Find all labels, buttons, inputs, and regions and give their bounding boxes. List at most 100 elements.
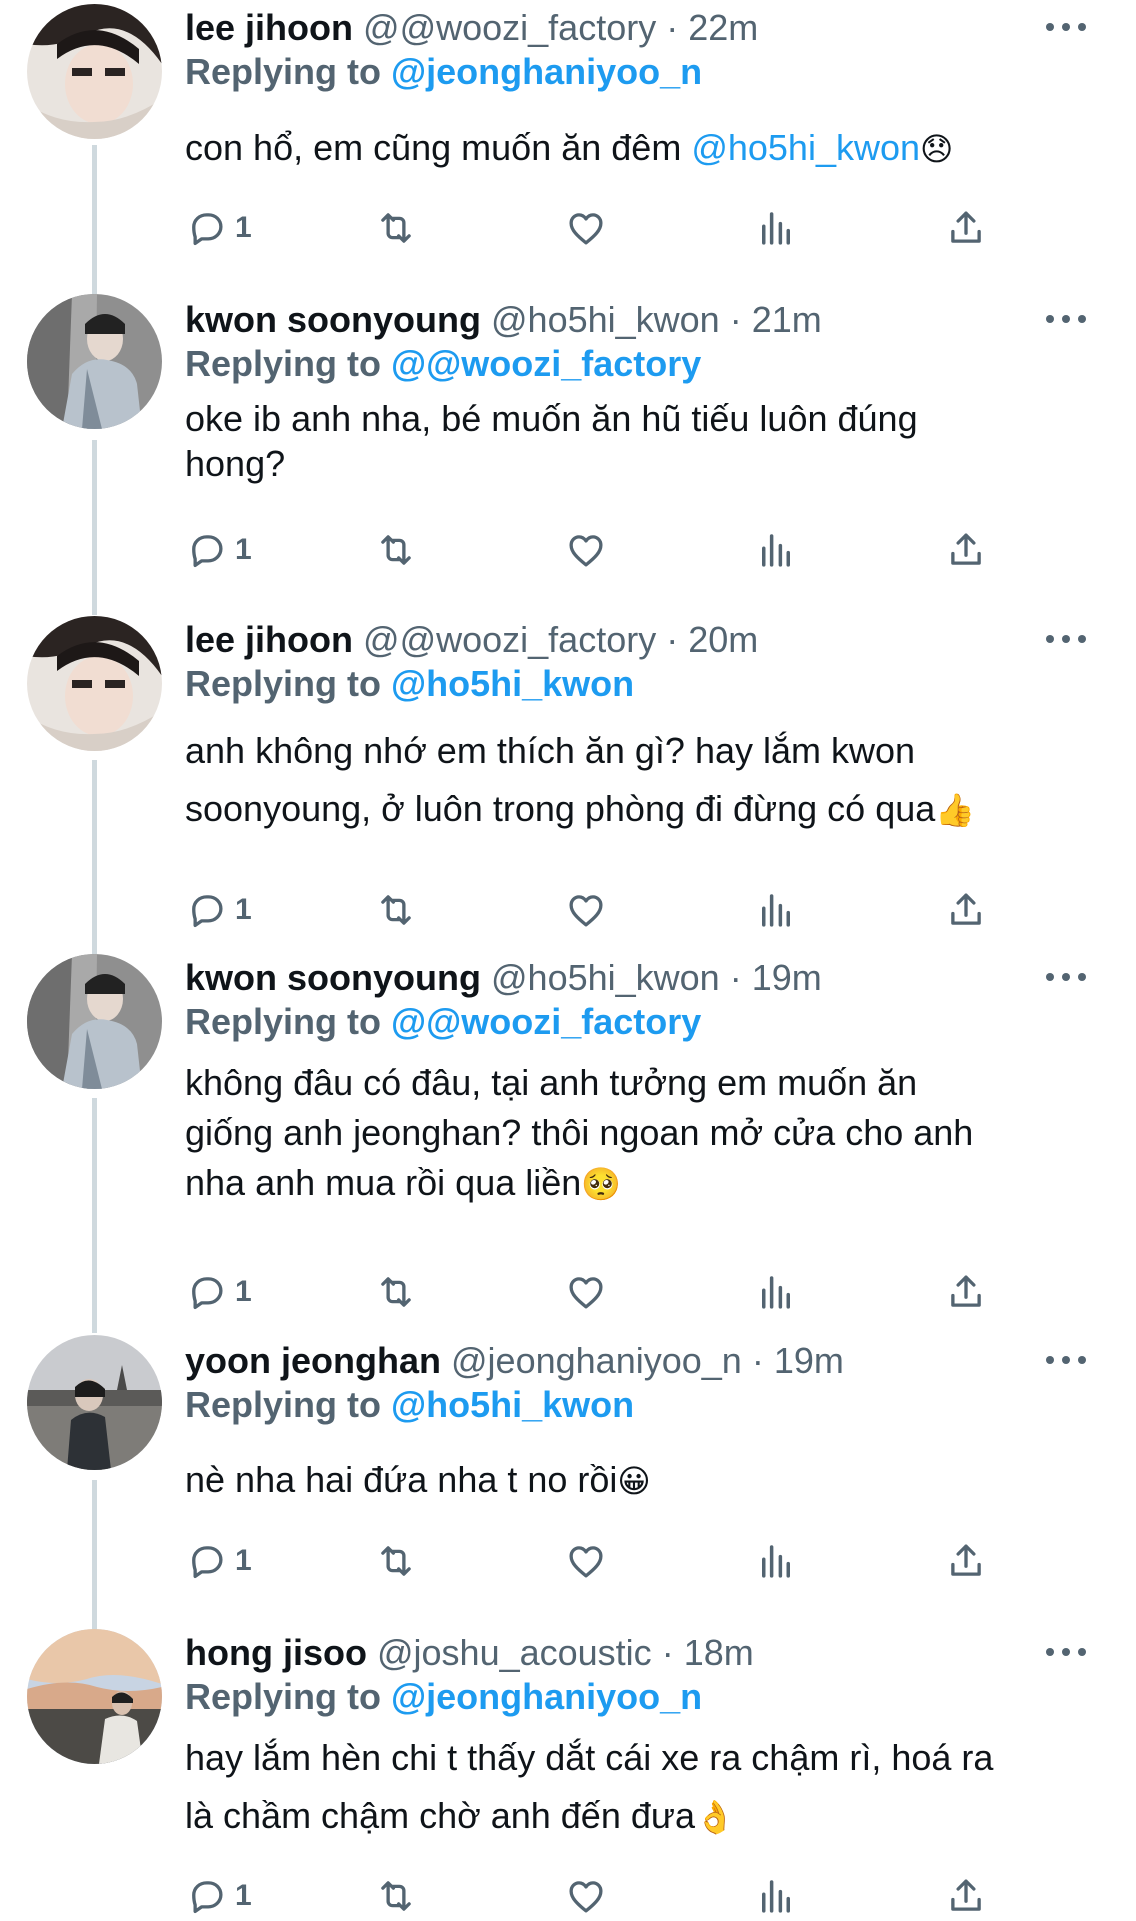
user-handle[interactable]: @@woozi_factory bbox=[363, 7, 656, 48]
share-button[interactable] bbox=[945, 1536, 987, 1586]
user-handle[interactable]: @ho5hi_kwon bbox=[491, 299, 720, 340]
user-handle[interactable]: @joshu_acoustic bbox=[377, 1632, 652, 1673]
retweet-button[interactable] bbox=[375, 1536, 417, 1586]
tweet[interactable]: yoon jeonghan @jeonghaniyoo_n · 19m Repl… bbox=[0, 1333, 1136, 1623]
separator: · bbox=[729, 957, 742, 998]
reply-button[interactable]: 1 bbox=[185, 1267, 252, 1317]
share-button[interactable] bbox=[945, 1871, 987, 1921]
analytics-button[interactable] bbox=[755, 525, 797, 575]
timestamp[interactable]: 18m bbox=[684, 1632, 754, 1673]
analytics-button[interactable] bbox=[755, 203, 797, 253]
tweet[interactable]: lee jihoon @@woozi_factory · 20m Replyin… bbox=[0, 612, 1136, 952]
retweet-icon bbox=[381, 1277, 411, 1307]
tweet[interactable]: lee jihoon @@woozi_factory · 22m Replyin… bbox=[0, 0, 1136, 290]
reply-mention[interactable]: @ho5hi_kwon bbox=[391, 1384, 634, 1425]
reply-button[interactable]: 1 bbox=[185, 1536, 252, 1586]
like-button[interactable] bbox=[565, 203, 607, 253]
avatar[interactable] bbox=[27, 4, 162, 139]
tweet-text-content: nè nha hai đứa nha t no rồi bbox=[185, 1459, 618, 1500]
avatar[interactable] bbox=[27, 616, 162, 751]
user-handle[interactable]: @ho5hi_kwon bbox=[491, 957, 720, 998]
emoji: 👌 bbox=[695, 1798, 735, 1836]
timestamp[interactable]: 21m bbox=[752, 299, 822, 340]
display-name[interactable]: kwon soonyoung bbox=[185, 957, 481, 998]
analytics-button[interactable] bbox=[755, 1536, 797, 1586]
like-button[interactable] bbox=[565, 1267, 607, 1317]
analytics-icon bbox=[762, 1880, 790, 1913]
reply-button[interactable]: 1 bbox=[185, 525, 252, 575]
replying-to-label: Replying to bbox=[185, 1001, 381, 1042]
retweet-button[interactable] bbox=[375, 1871, 417, 1921]
timestamp[interactable]: 19m bbox=[752, 957, 822, 998]
reply-mention[interactable]: @@woozi_factory bbox=[391, 343, 701, 384]
retweet-button[interactable] bbox=[375, 203, 417, 253]
replying-to: Replying to @ho5hi_kwon bbox=[185, 658, 634, 710]
tweet-text-line: hong? bbox=[185, 443, 286, 484]
tweet-actions: 1 bbox=[185, 885, 1005, 935]
like-button[interactable] bbox=[565, 1871, 607, 1921]
reply-mention[interactable]: @jeonghaniyoo_n bbox=[391, 51, 702, 92]
more-icon[interactable] bbox=[1046, 1637, 1086, 1667]
analytics-button[interactable] bbox=[755, 1871, 797, 1921]
more-icon[interactable] bbox=[1046, 1345, 1086, 1375]
reply-button[interactable]: 1 bbox=[185, 885, 252, 935]
more-icon[interactable] bbox=[1046, 624, 1086, 654]
share-button[interactable] bbox=[945, 885, 987, 935]
tweet-text-line: nha anh mua rồi qua liền bbox=[185, 1162, 582, 1203]
retweet-button[interactable] bbox=[375, 525, 417, 575]
display-name[interactable]: kwon soonyoung bbox=[185, 299, 481, 340]
tweet[interactable]: kwon soonyoung @ho5hi_kwon · 21m Replyin… bbox=[0, 292, 1136, 612]
avatar[interactable] bbox=[27, 1629, 162, 1764]
analytics-button[interactable] bbox=[755, 885, 797, 935]
user-handle[interactable]: @@woozi_factory bbox=[363, 619, 656, 660]
analytics-icon bbox=[762, 534, 790, 567]
tweet-text-line: soonyoung, ở luôn trong phòng đi đừng có… bbox=[185, 788, 936, 829]
replying-to-label: Replying to bbox=[185, 1384, 381, 1425]
share-button[interactable] bbox=[945, 525, 987, 575]
share-icon bbox=[951, 893, 981, 925]
retweet-icon bbox=[381, 535, 411, 565]
reply-mention[interactable]: @ho5hi_kwon bbox=[391, 663, 634, 704]
avatar[interactable] bbox=[27, 294, 162, 429]
reply-mention[interactable]: @@woozi_factory bbox=[391, 1001, 701, 1042]
timestamp[interactable]: 20m bbox=[688, 619, 758, 660]
avatar[interactable] bbox=[27, 1335, 162, 1470]
avatar[interactable] bbox=[27, 954, 162, 1089]
like-icon bbox=[569, 1546, 603, 1578]
display-name[interactable]: hong jisoo bbox=[185, 1632, 367, 1673]
reply-button[interactable]: 1 bbox=[185, 203, 252, 253]
tweet[interactable]: kwon soonyoung @ho5hi_kwon · 19m Replyin… bbox=[0, 950, 1136, 1330]
share-button[interactable] bbox=[945, 203, 987, 253]
retweet-button[interactable] bbox=[375, 1267, 417, 1317]
share-icon bbox=[951, 533, 981, 565]
share-button[interactable] bbox=[945, 1267, 987, 1317]
replying-to: Replying to @jeonghaniyoo_n bbox=[185, 1671, 702, 1723]
display-name[interactable]: lee jihoon bbox=[185, 7, 353, 48]
like-icon bbox=[569, 535, 603, 567]
share-icon bbox=[951, 211, 981, 243]
analytics-button[interactable] bbox=[755, 1267, 797, 1317]
display-name[interactable]: lee jihoon bbox=[185, 619, 353, 660]
retweet-button[interactable] bbox=[375, 885, 417, 935]
separator: · bbox=[661, 1632, 674, 1673]
reply-icon bbox=[192, 895, 223, 928]
text-mention[interactable]: @ho5hi_kwon bbox=[691, 127, 920, 168]
timestamp[interactable]: 19m bbox=[774, 1340, 844, 1381]
display-name[interactable]: yoon jeonghan bbox=[185, 1340, 441, 1381]
more-icon[interactable] bbox=[1046, 962, 1086, 992]
timestamp[interactable]: 22m bbox=[688, 7, 758, 48]
tweet-text: không đâu có đâu, tại anh tưởng em muốn … bbox=[185, 1058, 1085, 1209]
reply-button[interactable]: 1 bbox=[185, 1871, 252, 1921]
separator: · bbox=[666, 7, 679, 48]
reply-count: 1 bbox=[235, 893, 252, 926]
like-icon bbox=[569, 895, 603, 927]
reply-count: 1 bbox=[235, 211, 252, 244]
user-handle[interactable]: @jeonghaniyoo_n bbox=[451, 1340, 742, 1381]
more-icon[interactable] bbox=[1046, 12, 1086, 42]
like-button[interactable] bbox=[565, 525, 607, 575]
reply-mention[interactable]: @jeonghaniyoo_n bbox=[391, 1676, 702, 1717]
more-icon[interactable] bbox=[1046, 304, 1086, 334]
like-button[interactable] bbox=[565, 1536, 607, 1586]
tweet[interactable]: hong jisoo @joshu_acoustic · 18m Replyin… bbox=[0, 1625, 1136, 1920]
like-button[interactable] bbox=[565, 885, 607, 935]
